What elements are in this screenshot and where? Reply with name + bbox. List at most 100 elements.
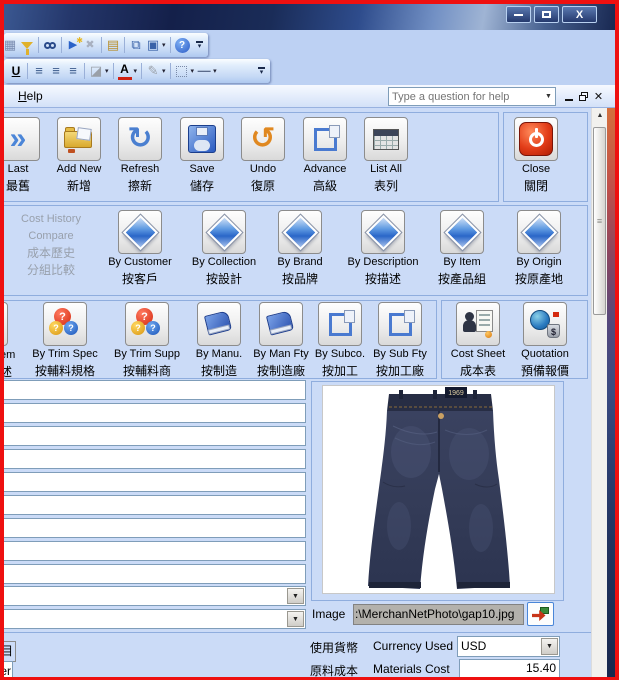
border-style-dropdown-icon[interactable]: ▾	[191, 67, 195, 75]
mdi-minimize-button[interactable]	[562, 89, 575, 103]
add-new-folder-icon	[64, 127, 94, 151]
filter-icon[interactable]	[20, 36, 34, 54]
compare-by-trim-spec-button[interactable]: ??? By Trim Spec 按輔料規格	[25, 302, 105, 380]
form-field[interactable]	[0, 518, 306, 538]
font-color-dropdown-icon[interactable]: ▾	[134, 67, 138, 75]
new-object-dropdown-icon[interactable]: ▾	[162, 41, 166, 49]
materials-cost-field[interactable]: 15.40	[459, 659, 560, 679]
button-label: By Sub Fty	[360, 346, 440, 363]
find-icon[interactable]	[43, 36, 57, 54]
product-image-frame: 1969	[322, 385, 555, 594]
window-maximize-button[interactable]	[534, 6, 559, 23]
button-label: List All	[346, 161, 426, 178]
button-label-zh: 預備報價	[505, 363, 585, 380]
line-style-icon[interactable]: —	[197, 62, 211, 80]
mdi-restore-button[interactable]	[577, 89, 590, 103]
diamond-icon	[122, 214, 157, 249]
combo-dropdown-icon[interactable]: ▼	[287, 611, 304, 627]
image-browse-button[interactable]	[527, 602, 554, 626]
last-icon: »	[10, 124, 27, 154]
group-label-line: Cost History	[6, 211, 96, 228]
font-color-icon[interactable]: A	[118, 62, 132, 80]
title-bar: X	[0, 0, 619, 30]
compare-by-origin-button[interactable]: By Origin 按原產地	[499, 210, 579, 288]
question-marks-icon: ???	[48, 308, 82, 340]
form-combo-field[interactable]: ▼	[0, 586, 306, 606]
fill-color-dropdown-icon: ▾	[105, 67, 109, 75]
combo-dropdown-icon[interactable]: ▼	[287, 588, 304, 604]
button-label-zh: 關閉	[496, 178, 576, 195]
save-floppy-icon	[188, 125, 216, 153]
form-combo-field[interactable]: ▼	[0, 609, 306, 629]
currency-value: USD	[461, 639, 486, 653]
form-field[interactable]	[0, 380, 306, 400]
menu-help[interactable]: Help	[18, 89, 43, 103]
button-label-zh: 表列	[346, 178, 426, 195]
book-icon	[204, 311, 234, 337]
toolbar-options-icon[interactable]: ▾	[196, 41, 203, 50]
combo-dropdown-icon[interactable]: ▼	[541, 638, 558, 655]
copy-icon[interactable]: ⧉	[129, 36, 143, 54]
form-field[interactable]	[0, 495, 306, 515]
close-power-icon	[519, 122, 553, 156]
undo-icon: ↺	[250, 124, 275, 154]
line-color-dropdown-icon: ▾	[162, 67, 166, 75]
image-path-field[interactable]: :\MerchanNetPhoto\gap10.jpg	[353, 604, 524, 625]
button-label-zh: 按輔料商	[107, 363, 187, 380]
underline-icon[interactable]: U	[9, 62, 23, 80]
help-search-input[interactable]	[389, 91, 542, 103]
window-close-button[interactable]: X	[562, 6, 597, 23]
form-field[interactable]	[0, 564, 306, 584]
compare-by-collection-button[interactable]: By Collection 按設計	[184, 210, 264, 288]
vertical-scrollbar[interactable]: ▲ ≡	[591, 108, 607, 677]
diamond-icon	[282, 214, 317, 249]
cost-history-group-label: Cost History Compare 成本歷史 分組比較	[6, 211, 96, 279]
compare-by-brand-button[interactable]: By Brand 按品牌	[260, 210, 340, 288]
currency-select[interactable]: USD ▼	[457, 636, 560, 657]
form-field[interactable]	[0, 541, 306, 561]
compare-by-trim-supp-button[interactable]: ??? By Trim Supp 按輔料商	[107, 302, 187, 380]
compare-by-description-button[interactable]: By Description 按描述	[343, 210, 423, 288]
align-center-icon[interactable]: ≡	[49, 62, 63, 80]
button-label: By Description	[343, 254, 423, 271]
compare-by-sub-fty-button[interactable]: By Sub Fty 按加工廠	[360, 302, 440, 380]
quotation-button[interactable]: $ Quotation 預備報價	[505, 302, 585, 380]
properties-icon[interactable]: ▤	[106, 36, 120, 54]
help-icon[interactable]: ?	[175, 38, 190, 53]
help-search-dropdown-icon[interactable]: ▼	[542, 88, 555, 105]
scrollbar-thumb[interactable]: ≡	[593, 127, 606, 315]
compare-by-customer-button[interactable]: By Customer 按客戶	[100, 210, 180, 288]
align-right-icon[interactable]: ≡	[66, 62, 80, 80]
button-label: By Customer	[100, 254, 180, 271]
help-search-combo[interactable]: ▼	[388, 87, 556, 106]
quotation-globe-icon: $	[530, 310, 560, 338]
form-view-icon[interactable]: ▦	[3, 36, 17, 54]
list-all-grid-icon	[373, 129, 399, 150]
scroll-up-icon[interactable]: ▲	[592, 112, 608, 124]
button-label: By Origin	[499, 254, 579, 271]
nav-button-list-all[interactable]: List All 表列	[346, 117, 426, 195]
form-field[interactable]	[0, 472, 306, 492]
frame-icon	[389, 313, 412, 336]
line-style-dropdown-icon[interactable]: ▾	[213, 67, 217, 75]
form-field[interactable]	[0, 449, 306, 469]
border-style-icon[interactable]	[175, 62, 189, 80]
nav-button-close[interactable]: Close 關閉	[496, 117, 576, 195]
product-image-panel: 1969	[311, 381, 564, 601]
close-icon: X	[576, 9, 583, 21]
button-label: By Collection	[184, 254, 264, 271]
window-minimize-button[interactable]	[506, 6, 531, 23]
button-label-zh: 按輔料規格	[25, 363, 105, 380]
new-object-icon[interactable]: ▣	[146, 36, 160, 54]
align-left-icon[interactable]: ≡	[32, 62, 46, 80]
capture-border	[0, 0, 4, 680]
compare-by-item-button[interactable]: By Item 按產品組	[422, 210, 502, 288]
button-label-zh: 按加工廠	[360, 363, 440, 380]
form-field[interactable]	[0, 426, 306, 446]
button-label-zh: 按設計	[184, 271, 264, 288]
form-field[interactable]	[0, 403, 306, 423]
divider	[4, 632, 607, 633]
mdi-close-button[interactable]: ✕	[592, 89, 605, 103]
toolbar-options-icon[interactable]: ▾	[258, 67, 265, 76]
run-new-icon[interactable]: ▶✱	[66, 36, 80, 54]
